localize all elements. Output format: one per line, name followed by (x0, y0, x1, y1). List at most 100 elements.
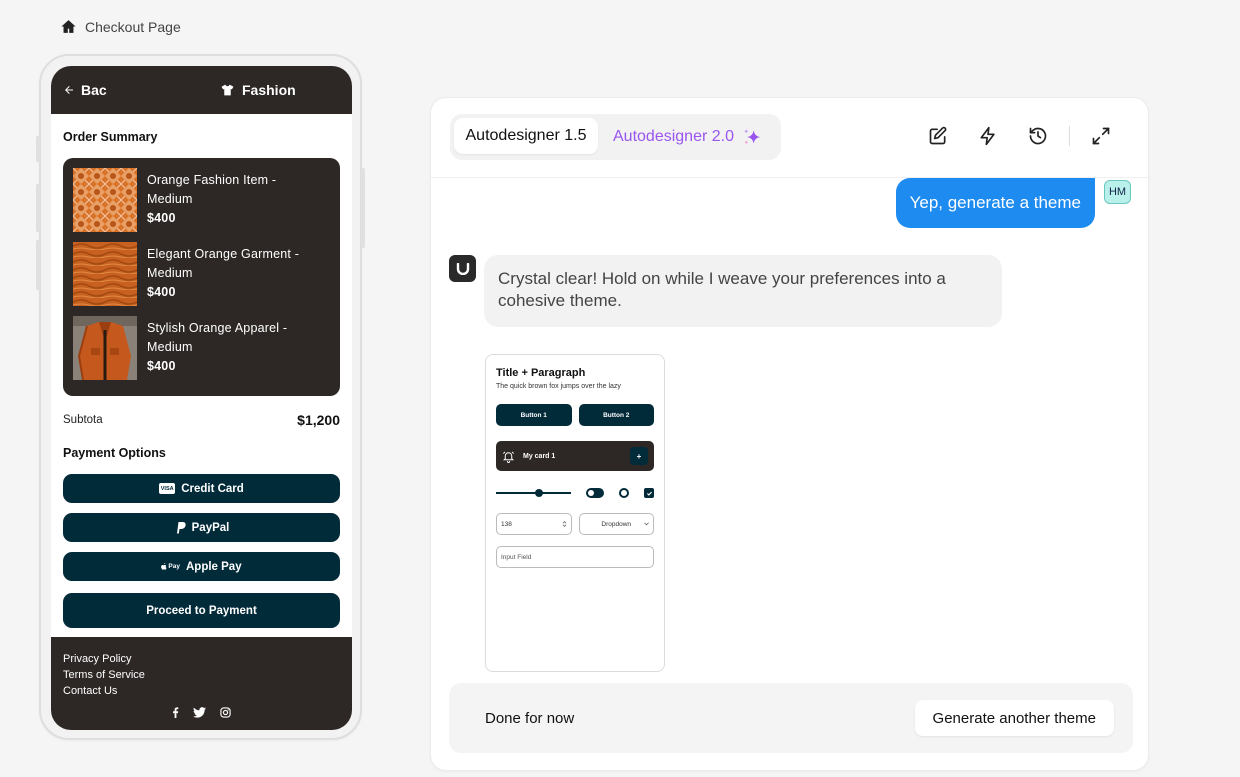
product-image (73, 168, 137, 232)
preview-input-field[interactable]: Input Field (496, 546, 654, 568)
home-icon (61, 20, 76, 33)
phone-header: Bac Fashion (51, 66, 352, 114)
assistant-avatar (449, 255, 476, 282)
proceed-to-payment-button[interactable]: Proceed to Payment (63, 593, 340, 628)
quick-action-button[interactable] (963, 126, 1013, 146)
phone-screen: Bac Fashion Order Summary Orange Fashion… (51, 66, 352, 730)
version-switcher: Autodesigner 1.5 Autodesigner 2.0 (450, 114, 781, 160)
tab-label: Autodesigner 2.0 (613, 128, 734, 145)
preview-title: Title + Paragraph (496, 367, 586, 379)
preview-slider[interactable] (496, 489, 571, 497)
edit-button[interactable] (913, 126, 963, 146)
tab-autodesigner-1-5[interactable]: Autodesigner 1.5 (454, 118, 598, 154)
chevron-down-icon (644, 522, 649, 526)
subtotal-row: Subtota $1,200 (63, 412, 340, 428)
item-variant: Medium (147, 266, 193, 280)
item-price: $400 (147, 211, 176, 225)
item-name: Stylish Orange Apparel - (147, 321, 288, 335)
action-bar: Done for now Generate another theme (449, 683, 1133, 753)
apple-pay-icon: Pay (161, 563, 180, 570)
breadcrumb-label: Checkout Page (85, 18, 181, 35)
card-add-button[interactable]: + (630, 447, 648, 465)
back-button[interactable]: Bac (63, 82, 107, 98)
edit-icon (929, 126, 947, 145)
apple-pay-button[interactable]: Pay Apple Pay (63, 552, 340, 581)
panel-header: Autodesigner 1.5 Autodesigner 2.0 (431, 98, 1148, 178)
item-price: $400 (147, 285, 176, 299)
preview-number-input[interactable]: 138 (496, 513, 572, 535)
list-item[interactable]: Elegant Orange Garment - Medium $400 (73, 242, 330, 306)
toolbar (913, 126, 1126, 146)
sparkle-icon (743, 128, 761, 145)
item-variant: Medium (147, 192, 193, 206)
twitter-icon[interactable] (193, 707, 206, 718)
tshirt-icon (221, 84, 234, 96)
history-button[interactable] (1013, 126, 1063, 146)
facebook-icon[interactable] (172, 707, 179, 718)
preview-paragraph: The quick brown fox jumps over the lazy (496, 383, 621, 390)
assistant-message: Crystal clear! Hold on while I weave you… (484, 255, 1002, 327)
slider-knob[interactable] (535, 489, 544, 497)
credit-card-button[interactable]: VISA Credit Card (63, 474, 340, 503)
social-links (63, 707, 340, 718)
generate-another-theme-button[interactable]: Generate another theme (914, 700, 1114, 736)
breadcrumb[interactable]: Checkout Page (60, 18, 181, 35)
tab-autodesigner-2-0[interactable]: Autodesigner 2.0 (598, 118, 777, 156)
instagram-icon[interactable] (220, 707, 231, 718)
phone-side-button (36, 184, 40, 232)
bell-icon (502, 451, 515, 463)
subtotal-label: Subtota (63, 414, 103, 426)
user-message: Yep, generate a theme (895, 178, 1095, 228)
item-name: Orange Fashion Item - (147, 173, 277, 187)
arrow-left-icon (65, 86, 73, 94)
preview-button-2[interactable]: Button 2 (578, 404, 654, 426)
order-items-list: Orange Fashion Item - Medium $400 Elegan… (63, 158, 340, 396)
order-summary-title: Order Summary (63, 130, 158, 144)
history-icon (1029, 127, 1047, 145)
preview-dropdown[interactable]: Dropdown (578, 513, 654, 535)
phone-side-button (361, 168, 365, 248)
expand-icon (1092, 127, 1110, 145)
phone-footer: Privacy Policy Terms of Service Contact … (51, 637, 352, 730)
payment-options: VISA Credit Card PayPal Pay Apple Pay (63, 474, 340, 581)
apple-icon (161, 563, 167, 570)
contact-us-link[interactable]: Contact Us (63, 683, 340, 699)
check-icon (646, 491, 652, 496)
preview-checkbox[interactable] (644, 488, 654, 498)
preview-card[interactable]: My card 1 + (496, 441, 654, 471)
privacy-policy-link[interactable]: Privacy Policy (63, 651, 340, 667)
brand-label: Fashion (242, 82, 296, 98)
paypal-button[interactable]: PayPal (63, 513, 340, 542)
visa-icon: VISA (159, 483, 176, 494)
preview-button-1[interactable]: Button 1 (496, 404, 572, 426)
phone-preview: Bac Fashion Order Summary Orange Fashion… (36, 54, 365, 740)
list-item[interactable]: Stylish Orange Apparel - Medium $400 (73, 316, 330, 380)
item-name: Elegant Orange Garment - (147, 247, 300, 261)
assistant-logo-icon (456, 262, 469, 275)
phone-side-button (36, 136, 40, 162)
paypal-icon (175, 521, 186, 534)
expand-button[interactable] (1076, 126, 1126, 146)
item-price: $400 (147, 359, 176, 373)
user-avatar: HM (1104, 180, 1131, 204)
theme-preview-card[interactable]: Title + Paragraph The quick brown fox ju… (485, 354, 665, 672)
list-item[interactable]: Orange Fashion Item - Medium $400 (73, 168, 330, 232)
back-label: Bac (81, 82, 107, 98)
product-image (73, 242, 137, 306)
autodesigner-panel: Autodesigner 1.5 Autodesigner 2.0 Yep, g… (430, 97, 1149, 771)
phone-side-button (36, 240, 40, 290)
brand: Fashion (221, 82, 296, 98)
terms-of-service-link[interactable]: Terms of Service (63, 667, 340, 683)
toolbar-divider (1069, 126, 1070, 146)
done-for-now-button[interactable]: Done for now (485, 710, 574, 727)
lightning-icon (980, 126, 995, 146)
payment-label: Credit Card (181, 482, 244, 495)
preview-toggle[interactable] (585, 488, 605, 498)
payment-options-title: Payment Options (63, 446, 166, 460)
subtotal-value: $1,200 (297, 412, 340, 428)
payment-label: PayPal (191, 521, 230, 534)
card-label: My card 1 (523, 452, 556, 460)
product-image (73, 316, 137, 380)
preview-radio[interactable] (619, 488, 630, 498)
payment-label: Apple Pay (185, 560, 242, 573)
